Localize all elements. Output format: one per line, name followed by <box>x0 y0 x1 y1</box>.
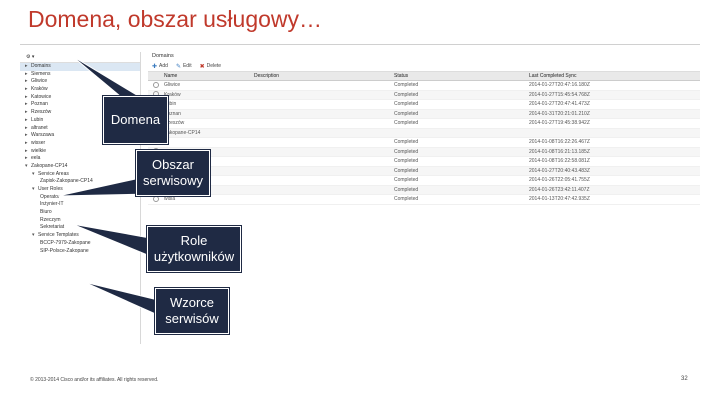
pointer-role <box>71 223 151 257</box>
callout-domena-text: Domena <box>110 112 161 127</box>
copyright-footer: © 2013-2014 Cisco and/or its affiliates.… <box>30 377 159 383</box>
callout-obszar-serwisowy: Obszar serwisowy <box>136 150 210 196</box>
page-number: 32 <box>681 376 688 382</box>
callout-pointers <box>57 55 161 317</box>
callout-role-line1: Role <box>180 233 208 248</box>
callout-role-uzytkownikow: Role użytkowników <box>147 226 241 272</box>
callout-role-line2: użytkowników <box>153 249 235 264</box>
callout-wzorce-line1: Wzorce <box>169 295 215 310</box>
pointer-wzorce <box>83 281 161 317</box>
callout-wzorce-serwisow: Wzorce serwisów <box>155 288 229 334</box>
callout-obszar-line2: serwisowy <box>143 173 203 188</box>
callout-domena: Domena <box>103 96 168 144</box>
callout-wzorce-line2: serwisów <box>165 311 219 326</box>
callout-obszar-line1: Obszar <box>152 157 194 172</box>
